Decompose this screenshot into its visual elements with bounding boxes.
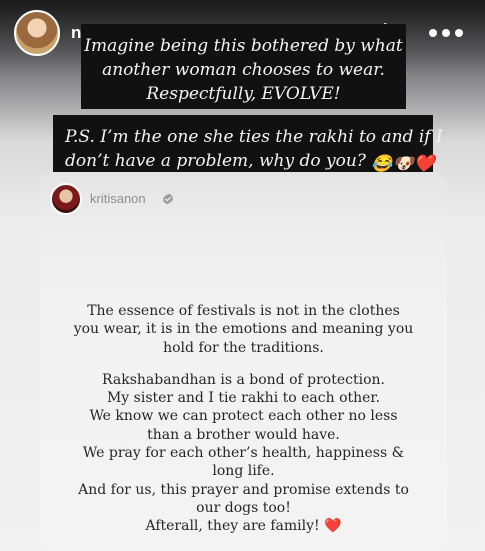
story-text-box-1: Imagine being this bothered by what anot… [81,24,406,109]
embedded-username[interactable]: kritisanon [90,191,146,206]
text-line: than a brother would have. [147,426,340,443]
quote-line: Respectfully, EVOLVE! [146,84,341,104]
story-viewer: nupursanon 4 h Imagine being this bother… [0,0,485,551]
text-line: And for us, this prayer and promise exte… [78,481,409,498]
text-line: long life. [212,463,275,480]
text-line: you wear, it is in the emotions and mean… [73,321,414,338]
quote-line: don’t have a problem, why do you? [65,151,366,171]
paragraph-2: Rakshabandhan is a bond of protection. M… [40,371,447,536]
text-line: Afterall, they are family! ❤️ [145,518,342,535]
quote-line: P.S. I’m the one she ties the rakhi to a… [65,127,443,147]
embedded-story-text: The essence of festivals is not in the c… [40,302,447,550]
text-line: Rakshabandhan is a bond of protection. [102,371,385,388]
text-line: My sister and I tie rakhi to each other. [106,390,381,407]
quote-line: another woman chooses to wear. [102,60,385,80]
text-line: We pray for each other’s health, happine… [82,445,405,462]
paragraph-1: The essence of festivals is not in the c… [40,302,447,357]
more-options-icon[interactable] [428,28,464,38]
text-line: our dogs too! [196,499,291,516]
text-line: The essence of festivals is not in the c… [87,303,400,319]
embedded-profile-avatar[interactable] [50,183,82,215]
verified-badge-icon [163,193,173,205]
quote-line: Imagine being this bothered by what [84,36,403,56]
profile-avatar[interactable] [14,10,60,56]
story-text-box-2: P.S. I’m the one she ties the rakhi to a… [53,115,443,178]
text-line: We know we can protect each other no les… [89,408,398,425]
text-line: hold for the traditions. [163,339,324,356]
